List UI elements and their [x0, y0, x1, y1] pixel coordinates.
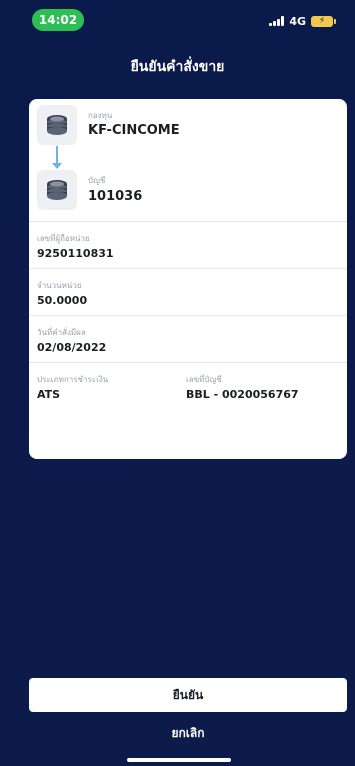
payment-type-value: ATS [37, 388, 61, 401]
signal-icon [269, 16, 285, 26]
payment-row: ประเภทการชำระเงิน ATS เลขที่บัญชี BBL - … [29, 362, 347, 409]
account-no-value: BBL - 0020056767 [186, 388, 299, 401]
arrow-down-icon [52, 163, 62, 169]
holder-value: 9250110831 [37, 247, 114, 260]
holder-label: เลขที่ผู้ถือหน่วย [37, 234, 90, 243]
screen: 14:02 4G ⚡ ยืนยันคำสั่งขาย กองทุน KF-CIN… [0, 0, 355, 766]
fund-name: KF-CINCOME [88, 123, 180, 138]
units-label: จำนวนหน่วย [37, 281, 82, 290]
account-coin-stack-icon [37, 170, 77, 210]
holder-row: เลขที่ผู้ถือหน่วย 9250110831 [29, 221, 347, 268]
date-label: วันที่คำสั่งมีผล [37, 328, 86, 337]
fund-block: กองทุน KF-CINCOME บัญชี 101036 [29, 99, 347, 221]
units-row: จำนวนหน่วย 50.0000 [29, 268, 347, 315]
page-title: ยืนยันคำสั่งขาย [130, 59, 225, 75]
payment-type-label: ประเภทการชำระเงิน [37, 375, 109, 384]
status-bar: 14:02 4G ⚡ [0, 0, 355, 40]
battery-charging-icon: ⚡ [311, 15, 336, 27]
account-no-label: เลขที่บัญชี [186, 375, 222, 384]
units-value: 50.0000 [37, 294, 88, 307]
date-row: วันที่คำสั่งมีผล 02/08/2022 [29, 315, 347, 362]
account-number: 101036 [88, 189, 143, 204]
cancel-button[interactable]: ยกเลิก [29, 720, 347, 746]
fund-label: กองทุน [88, 111, 113, 120]
date-value: 02/08/2022 [37, 341, 107, 354]
network-type: 4G [289, 14, 306, 28]
status-time: 14:02 [32, 9, 84, 31]
status-indicators: 4G ⚡ [269, 14, 336, 28]
account-label: บัญชี [88, 176, 106, 185]
home-indicator[interactable] [127, 758, 231, 762]
fund-coin-stack-icon [37, 105, 77, 145]
confirm-button[interactable]: ยืนยัน [29, 678, 347, 712]
order-summary-card: กองทุน KF-CINCOME บัญชี 101036 เลขที่ผู้… [29, 99, 347, 459]
